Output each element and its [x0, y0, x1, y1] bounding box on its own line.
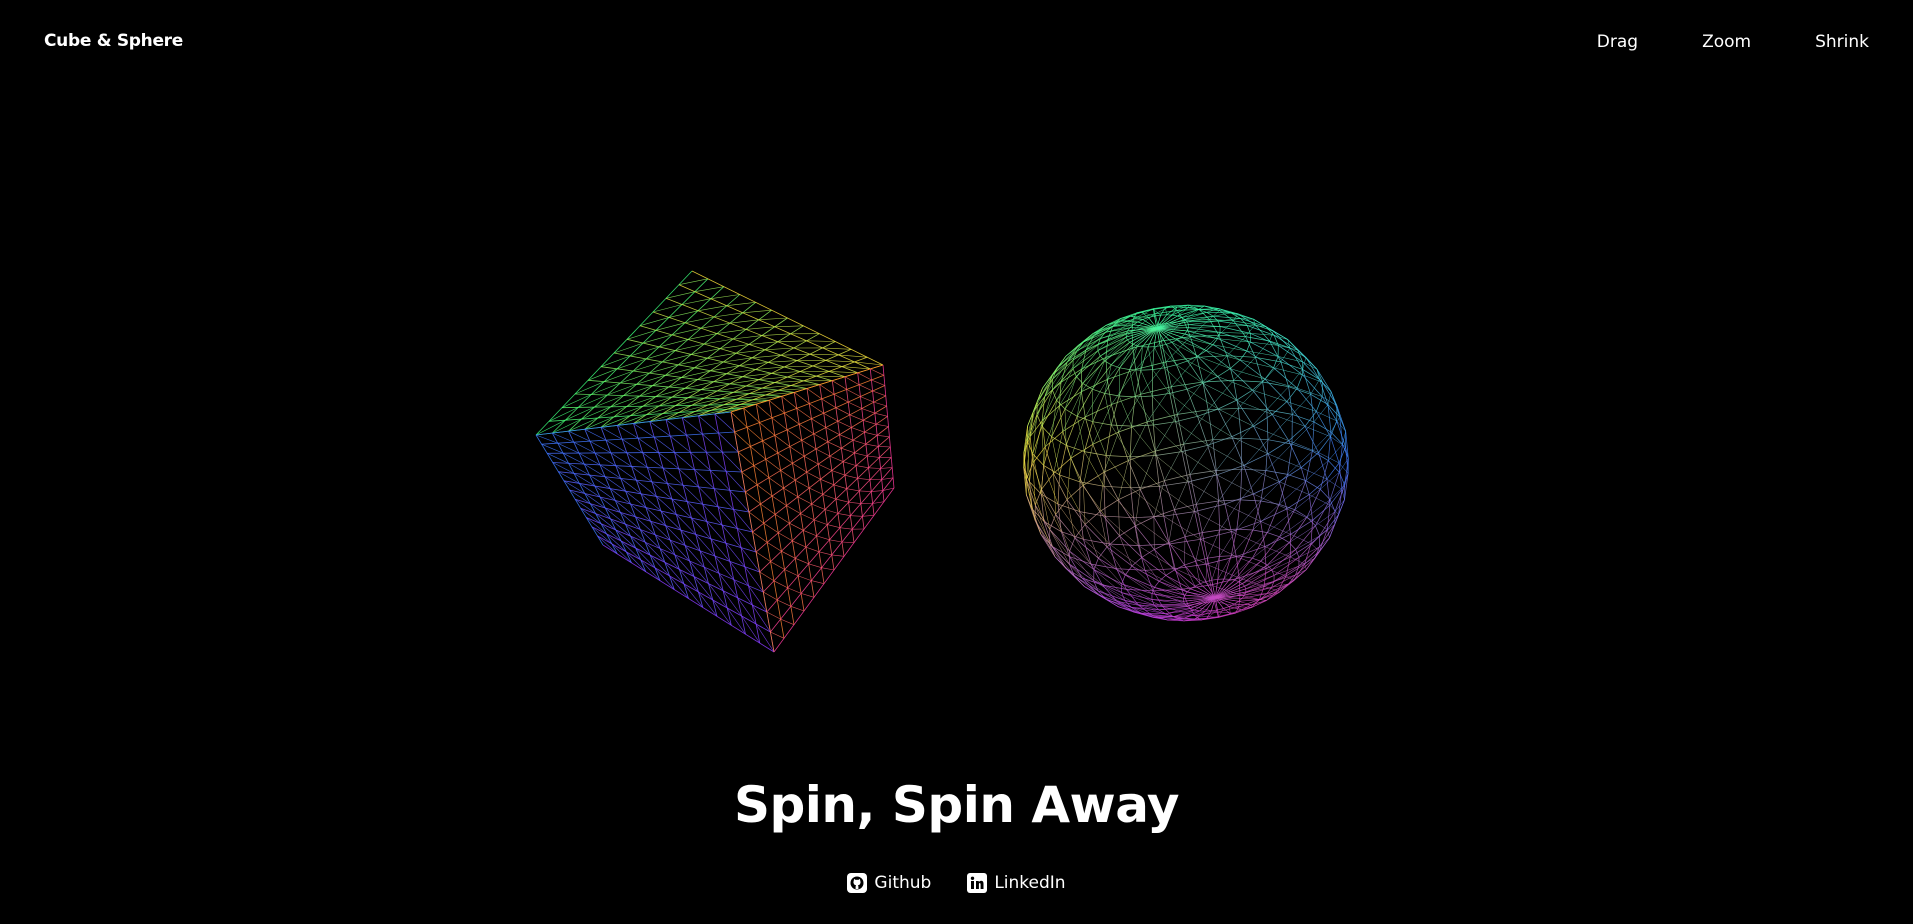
page: Cube & Sphere Drag Zoom Shrink Spin, Spi… [0, 0, 1913, 924]
brand-logo[interactable]: Cube & Sphere [44, 31, 183, 51]
linkedin-icon [967, 873, 988, 893]
github-link[interactable]: Github [847, 873, 931, 893]
linkedin-link-label: LinkedIn [994, 873, 1066, 893]
github-icon [847, 873, 868, 893]
nav-item-shrink[interactable]: Shrink [1815, 32, 1869, 52]
nav-item-drag[interactable]: Drag [1597, 32, 1638, 52]
page-title: Spin, Spin Away [733, 776, 1180, 834]
social-links: Github LinkedIn [0, 873, 1913, 893]
top-nav: Drag Zoom Shrink [1533, 32, 1869, 52]
github-link-label: Github [874, 873, 932, 893]
nav-item-zoom[interactable]: Zoom [1702, 32, 1751, 52]
wireframe-sphere[interactable] [1023, 304, 1349, 622]
linkedin-link[interactable]: LinkedIn [967, 873, 1066, 893]
wireframe-cube[interactable] [535, 270, 895, 653]
